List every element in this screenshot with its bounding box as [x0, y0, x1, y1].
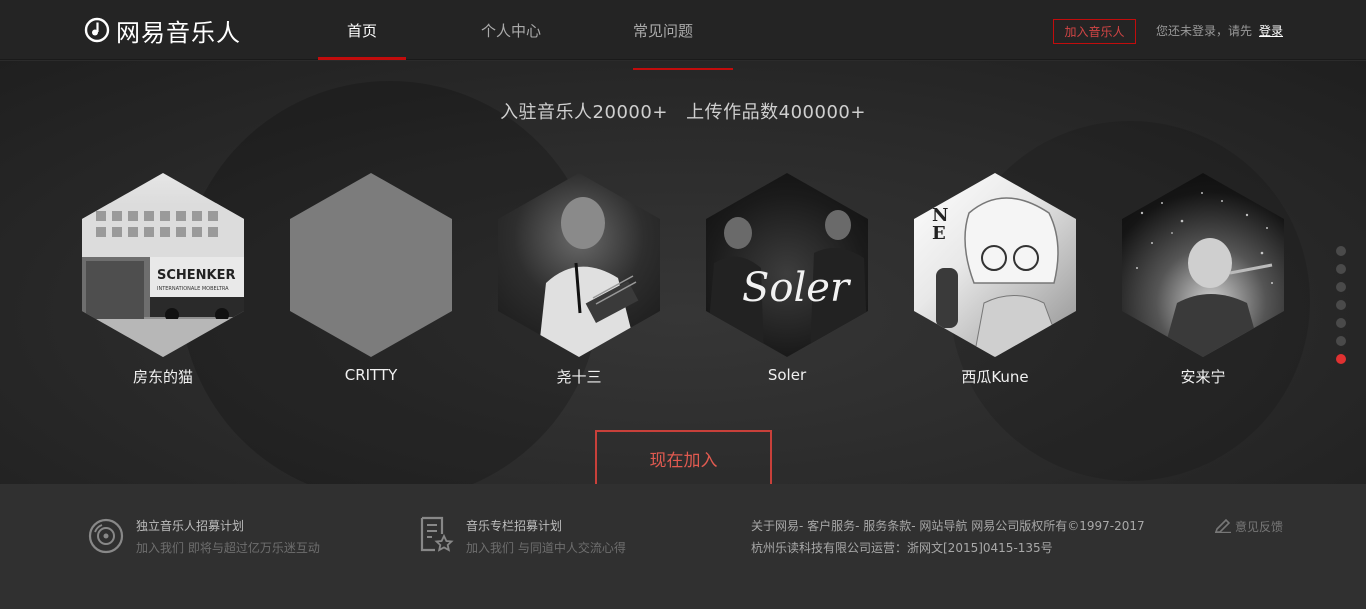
- soler-logo-text: Soler: [742, 265, 852, 311]
- musician-name: CRITTY: [344, 366, 398, 384]
- carousel-pagination: [1336, 246, 1346, 364]
- feedback-link[interactable]: 意见反馈: [1214, 517, 1283, 536]
- stats-line: 入驻音乐人20000+ 上传作品数400000+: [0, 98, 1366, 124]
- musician-avatar: [498, 173, 660, 357]
- footer-links[interactable]: 关于网易- 客户服务- 服务条款- 网站导航 网易公司版权所有©1997-201…: [751, 517, 1145, 534]
- tab-personal-center-label: 个人中心: [480, 21, 541, 40]
- svg-text:INTERNATIONALE MOBELTRA: INTERNATIONALE MOBELTRA: [157, 286, 229, 292]
- carousel-dot[interactable]: [1336, 318, 1346, 328]
- company-info: 杭州乐读科技有限公司运营：浙网文[2015]0415-135号: [751, 541, 1053, 555]
- musician-name: Soler: [767, 366, 807, 384]
- join-now-button[interactable]: 现在加入: [595, 430, 772, 486]
- plan1-subtitle: 加入我们 即将与超过亿万乐迷互动: [136, 541, 320, 555]
- stat-works: 上传作品数400000+: [686, 102, 866, 123]
- carousel-dot[interactable]: [1336, 300, 1346, 310]
- carousel-dot[interactable]: [1336, 264, 1346, 274]
- plan2-subtitle: 加入我们 与同道中人交流心得: [466, 541, 626, 555]
- carousel-dot-active[interactable]: [1336, 354, 1346, 364]
- carousel-dot[interactable]: [1336, 246, 1346, 256]
- svg-text:E: E: [932, 223, 946, 244]
- music-note-icon: [84, 17, 110, 43]
- musician-name: 安来宁: [1180, 368, 1226, 386]
- tab-personal-center[interactable]: 个人中心: [466, 0, 556, 60]
- pencil-icon: [1214, 517, 1232, 536]
- logo[interactable]: 网易音乐人: [84, 15, 241, 47]
- plan1-title[interactable]: 独立音乐人招募计划: [136, 517, 244, 534]
- plan2-title[interactable]: 音乐专栏招募计划: [466, 517, 562, 534]
- carousel-dot[interactable]: [1336, 336, 1346, 346]
- musician-avatar: Soler: [706, 173, 868, 357]
- tab-faq-label: 常见问题: [632, 21, 693, 40]
- musician-card[interactable]: CRITTY: [290, 173, 452, 384]
- feedback-label: 意见反馈: [1235, 520, 1284, 534]
- musician-card[interactable]: Soler Soler: [706, 173, 868, 384]
- login-hint: 您还未登录，请先: [1156, 24, 1253, 38]
- musician-avatar: [290, 173, 452, 357]
- tab-home[interactable]: 首页: [318, 0, 406, 60]
- tab-faq[interactable]: 常见问题: [620, 0, 706, 60]
- faq-tab-indicator: [633, 68, 733, 70]
- svg-text:SCHENKER: SCHENKER: [157, 268, 236, 283]
- top-nav-bar: 网易音乐人 首页 个人中心 常见问题 加入音乐人 您还未登录，请先 登录: [0, 0, 1366, 60]
- musician-card[interactable]: N E 西瓜Kune: [914, 173, 1076, 387]
- musician-avatar: N E: [914, 173, 1076, 357]
- musician-name: 房东的猫: [132, 368, 193, 386]
- join-musician-button[interactable]: 加入音乐人: [1053, 19, 1136, 44]
- musician-card[interactable]: 尧十三: [498, 173, 660, 387]
- musician-card[interactable]: SCHENKER INTERNATIONALE MOBELTRA 房东的猫: [82, 173, 244, 387]
- vinyl-disc-icon: [88, 518, 124, 558]
- tab-home-label: 首页: [346, 21, 377, 40]
- musician-name: 尧十三: [556, 368, 602, 386]
- carousel-dot[interactable]: [1336, 282, 1346, 292]
- login-link[interactable]: 登录: [1259, 22, 1283, 39]
- musician-avatar: [1122, 173, 1284, 357]
- musician-avatar: SCHENKER INTERNATIONALE MOBELTRA: [82, 173, 244, 357]
- musician-card[interactable]: 安来宁: [1122, 173, 1284, 387]
- logo-text: 网易音乐人: [116, 18, 241, 47]
- stat-musicians: 入驻音乐人20000+: [500, 102, 668, 123]
- musician-name: 西瓜Kune: [961, 368, 1029, 386]
- document-star-icon: [418, 516, 454, 556]
